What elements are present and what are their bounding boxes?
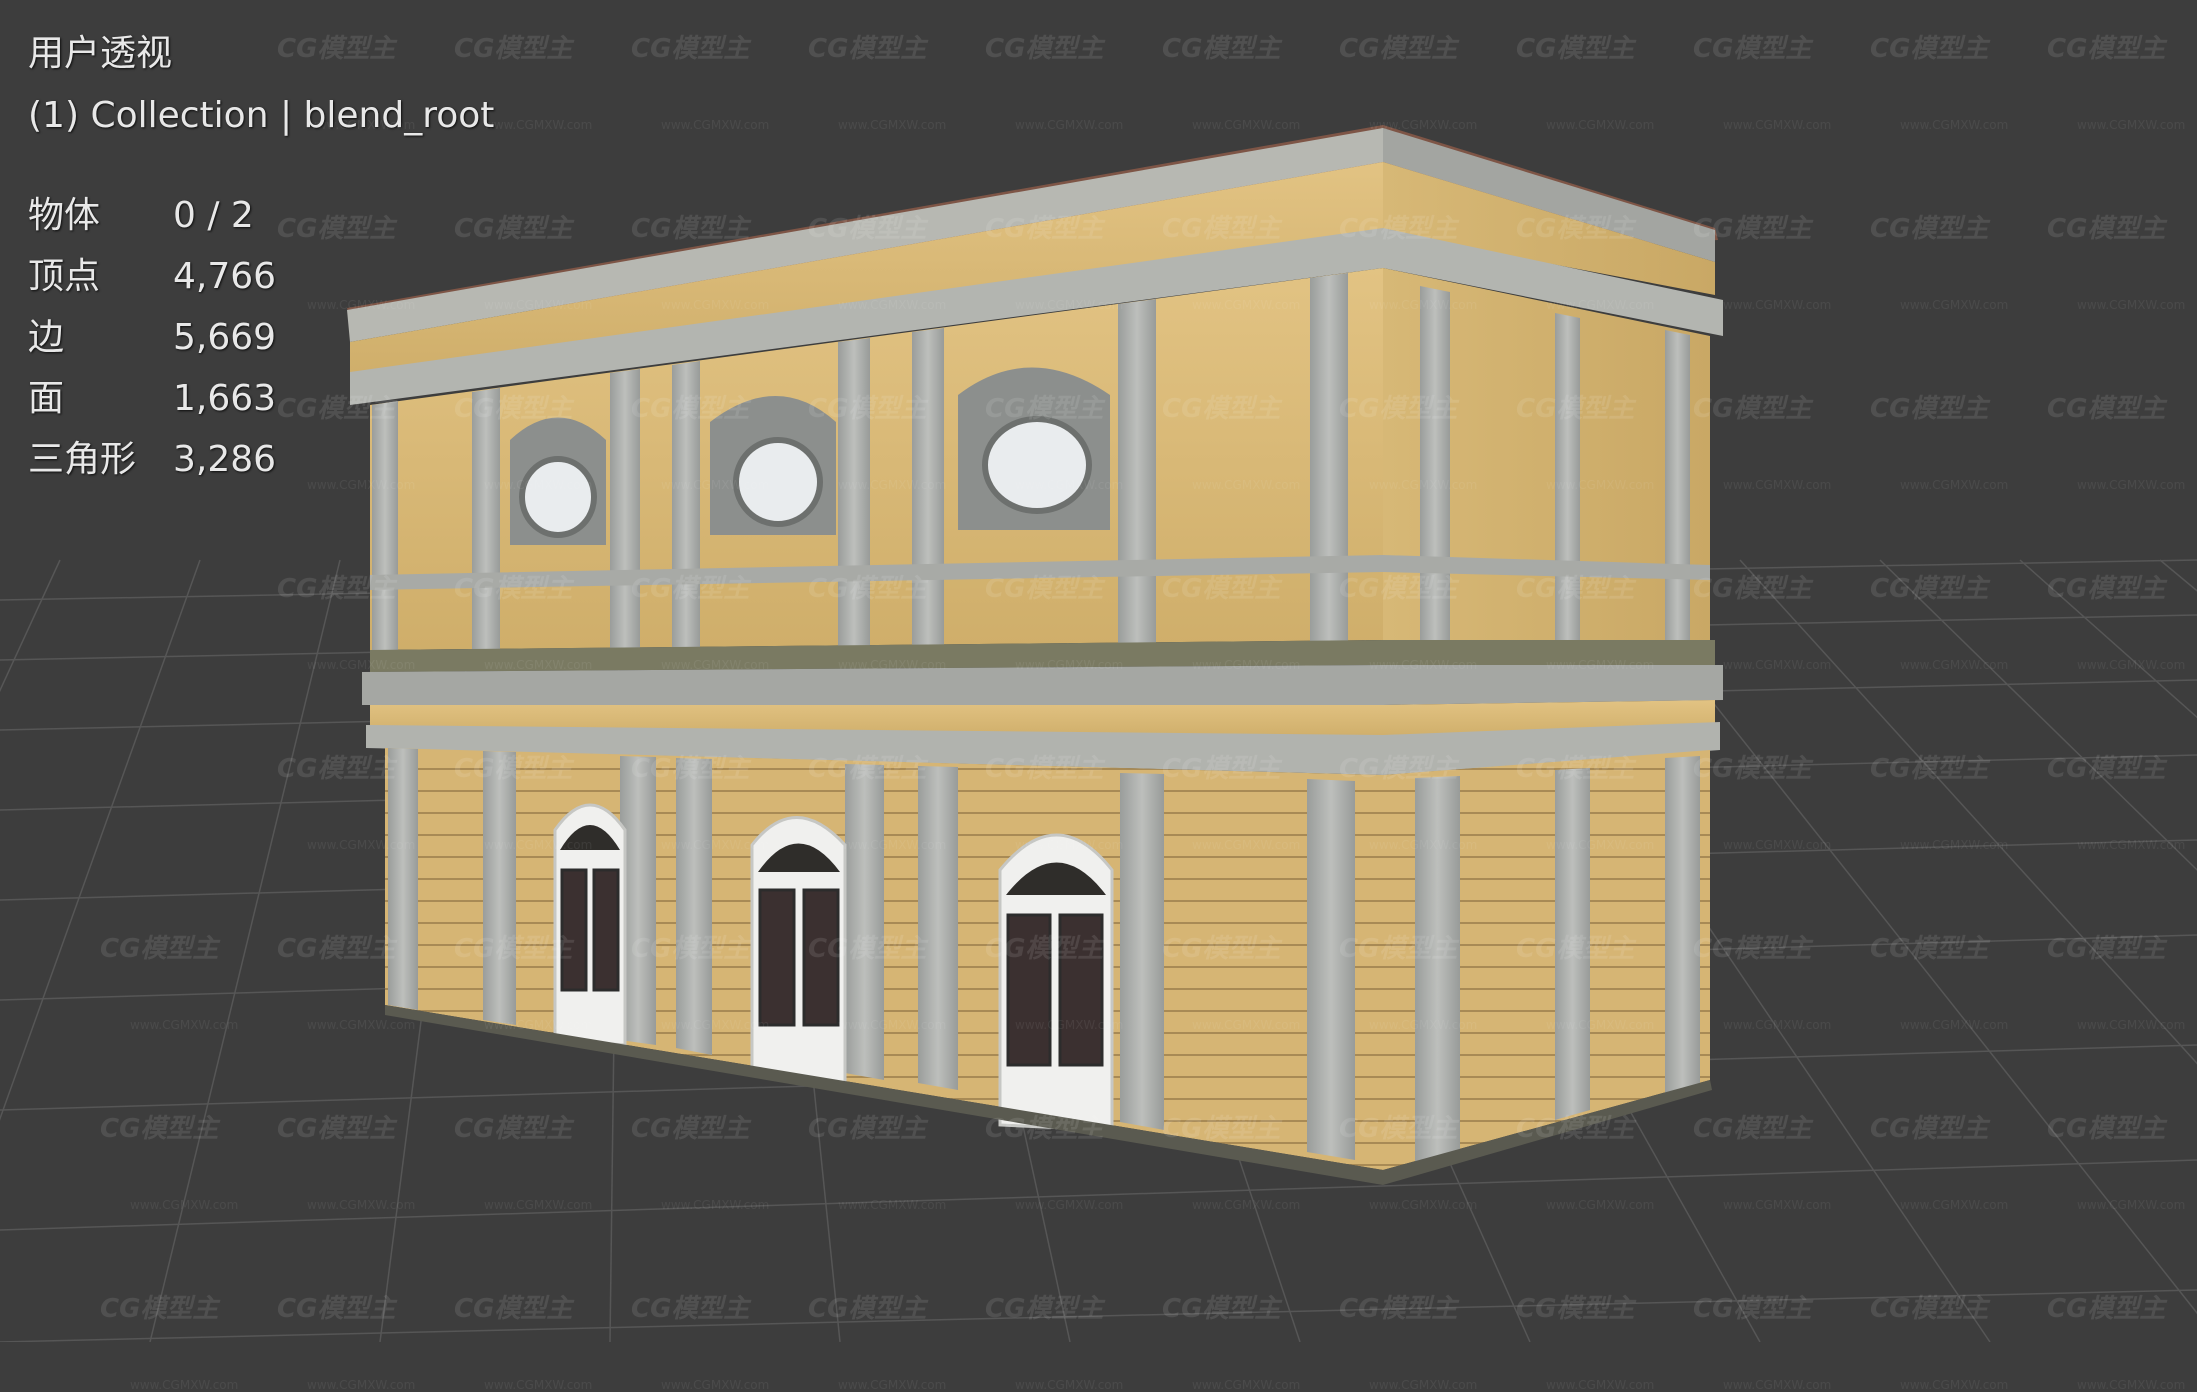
watermark-url: www.CGMXW.com [2077,1378,2186,1392]
arched-door-2 [750,816,847,1087]
watermark-url: www.CGMXW.com [661,1378,770,1392]
stat-label: 边 [28,317,65,358]
building-model[interactable] [347,125,1723,1185]
watermark-url: www.CGMXW.com [130,1378,239,1392]
stat-value: 0 / 2 [173,195,254,236]
watermark-url: www.CGMXW.com [1546,1378,1655,1392]
watermark-url: www.CGMXW.com [1015,1378,1124,1392]
watermark-url: www.CGMXW.com [838,1378,947,1392]
arched-door-3 [998,833,1114,1132]
stat-label: 物体 [28,195,101,236]
watermark-url: www.CGMXW.com [1192,1378,1301,1392]
viewport-canvas[interactable] [0,0,2197,1342]
oval-window-1 [510,417,606,545]
arched-door-1 [553,803,627,1047]
watermark-url: www.CGMXW.com [484,1378,593,1392]
oval-window-3 [958,367,1110,530]
watermark-url: www.CGMXW.com [307,1378,416,1392]
stat-value: 4,766 [173,256,277,297]
watermark-url: www.CGMXW.com [1900,1378,2009,1392]
stat-label: 顶点 [28,256,101,297]
view-name: 用户透视 [28,33,173,74]
stat-value: 1,663 [173,378,277,419]
collection-line: (1) Collection | blend_root [28,95,495,136]
oval-window-2 [710,396,836,535]
watermark-url: www.CGMXW.com [1369,1378,1478,1392]
stat-value: 5,669 [173,317,277,358]
3d-viewport[interactable]: CG模型主 www.CGMXW.com CG模型主 www.CGMXW.com CG模型… [0,0,2197,1392]
stat-label: 面 [28,378,65,419]
watermark-url: www.CGMXW.com [1723,1378,1832,1392]
mid-cornice [362,665,1723,705]
stat-label: 三角形 [28,439,137,480]
stat-value: 3,286 [173,439,277,480]
